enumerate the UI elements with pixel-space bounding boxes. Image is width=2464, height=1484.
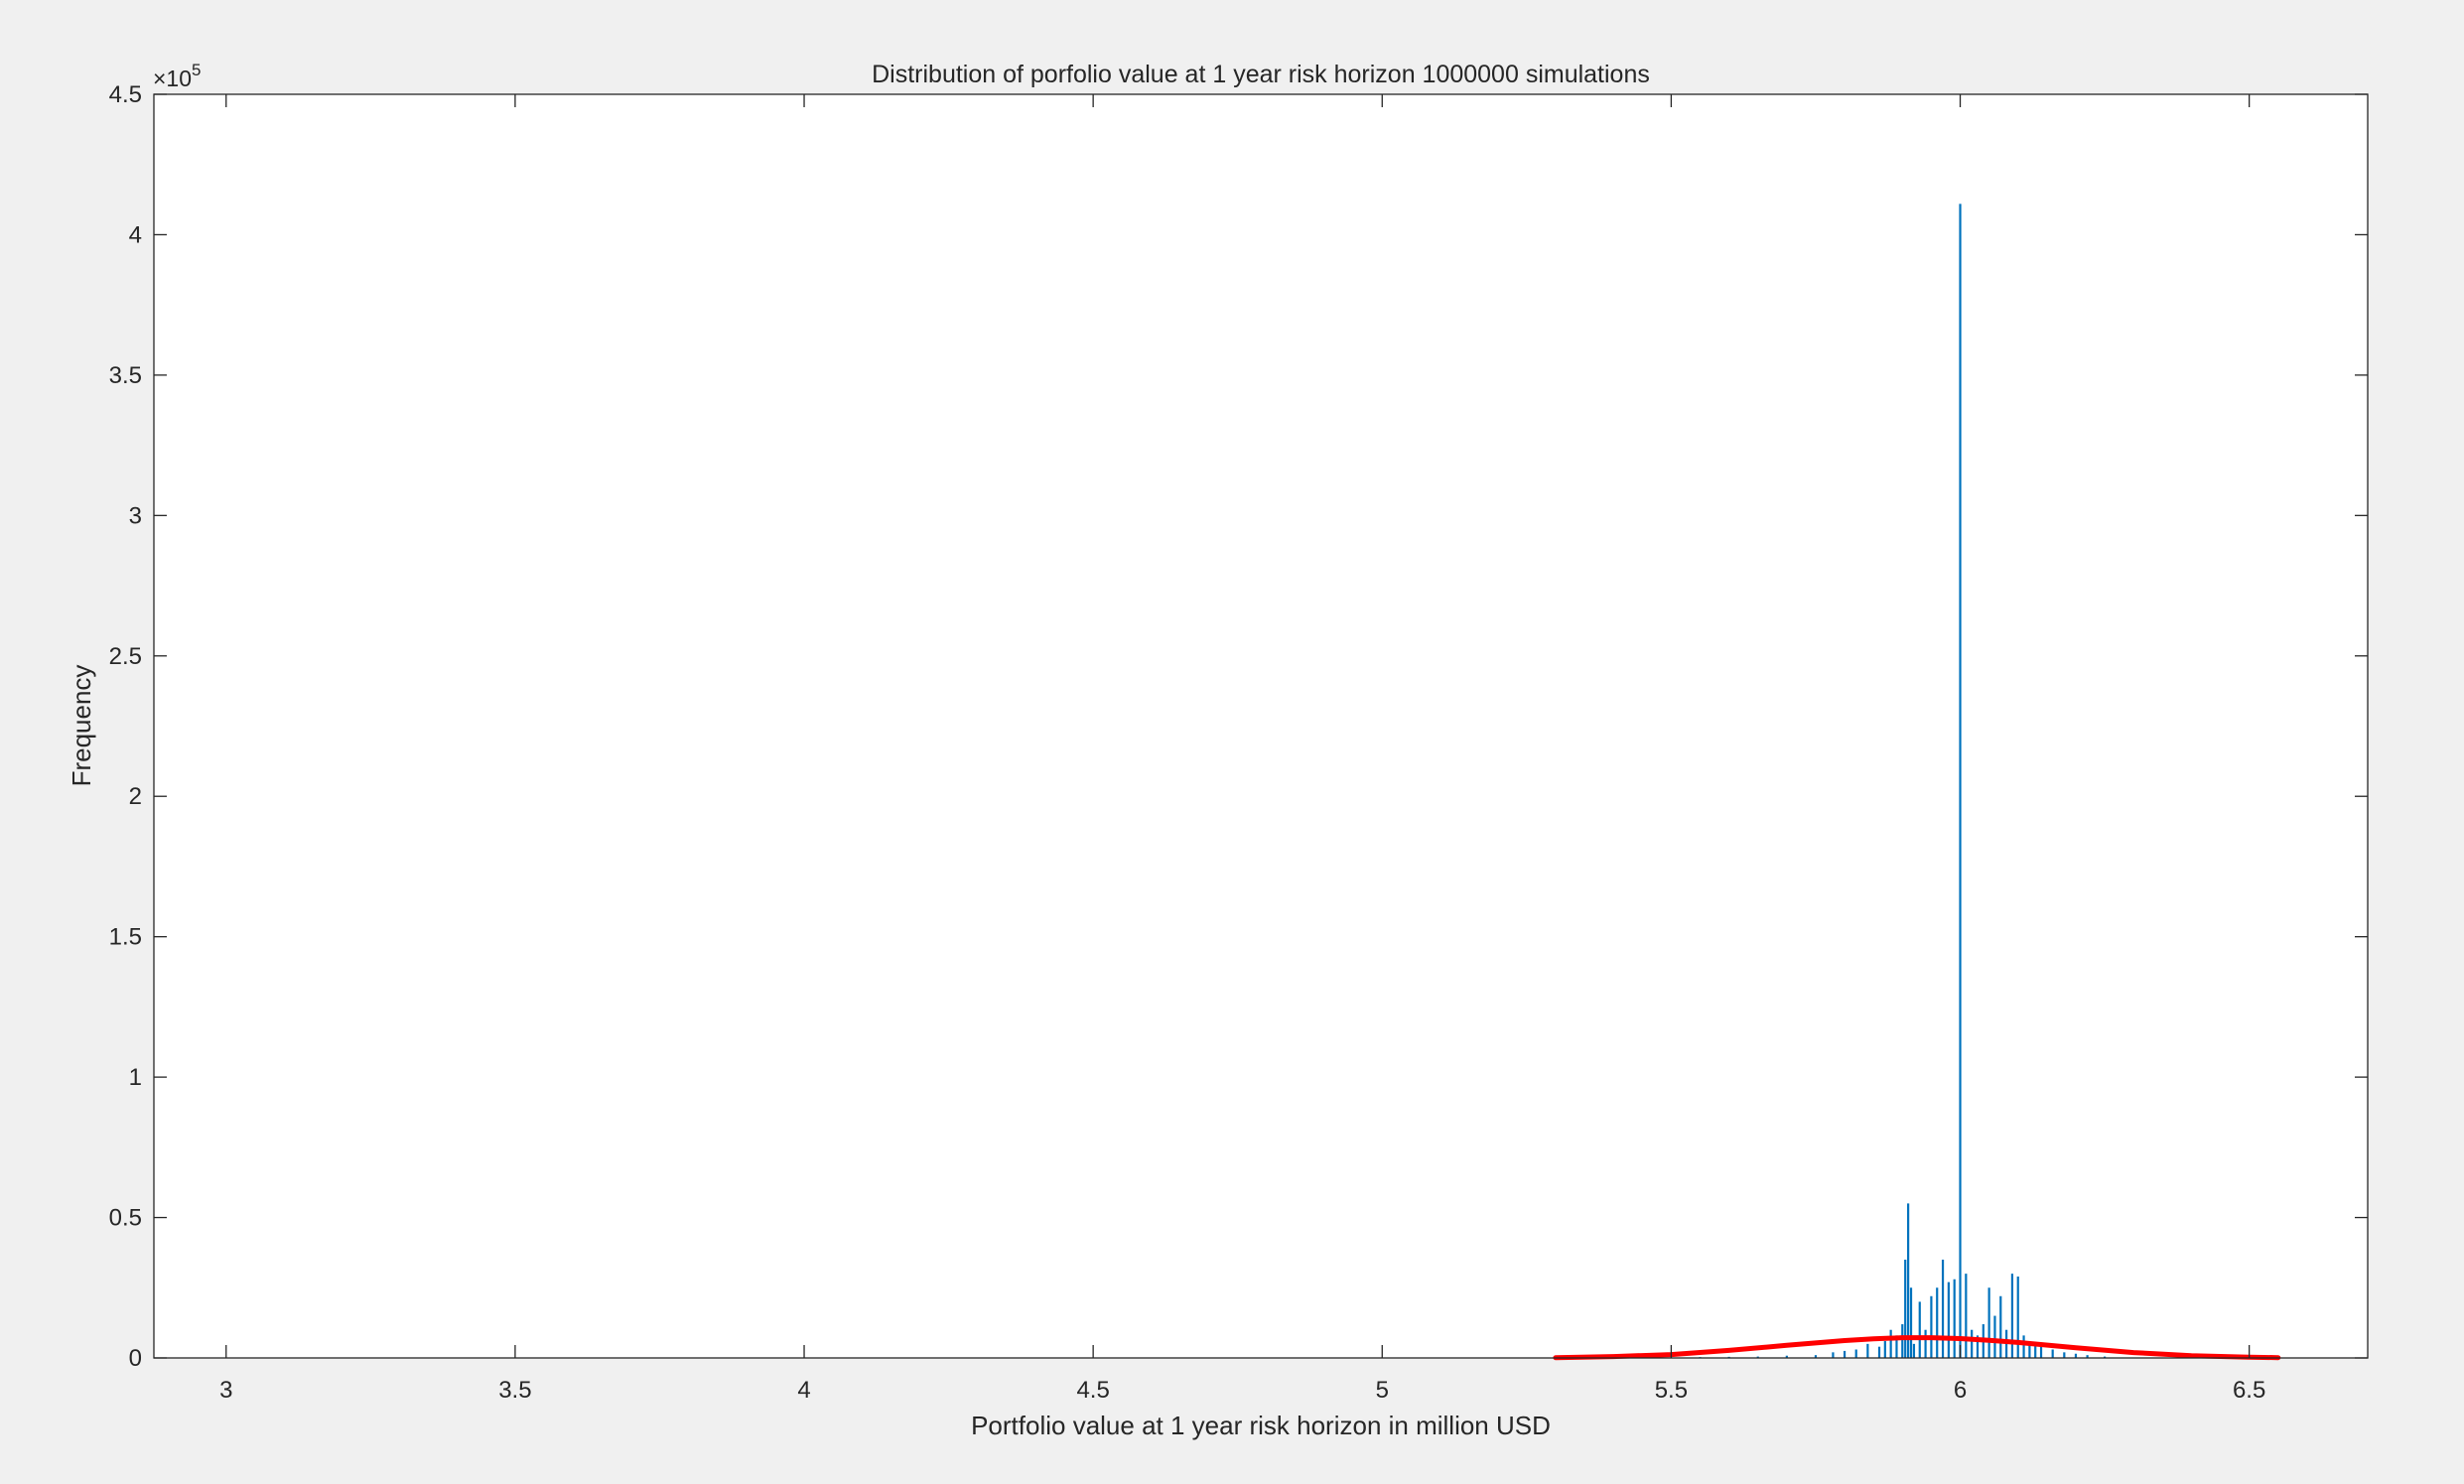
chart-title: Distribution of porfolio value at 1 year… xyxy=(872,61,1650,88)
y-tick-label: 0.5 xyxy=(109,1205,142,1232)
y-axis-label: Frequency xyxy=(67,665,96,787)
x-tick-label: 4 xyxy=(797,1377,810,1404)
x-tick-label: 4.5 xyxy=(1076,1377,1109,1404)
y-tick-label: 4 xyxy=(129,221,142,248)
y-exponent-power: 5 xyxy=(192,61,201,79)
y-tick-label: 2.5 xyxy=(109,643,142,670)
x-tick-label: 6.5 xyxy=(2233,1377,2265,1404)
x-tick-label: 5 xyxy=(1376,1377,1389,1404)
x-tick-label: 6 xyxy=(1954,1377,1967,1404)
y-tick-label: 1.5 xyxy=(109,924,142,951)
x-tick-label: 5.5 xyxy=(1655,1377,1688,1404)
y-tick-label: 0 xyxy=(129,1345,142,1372)
y-tick-label: 3.5 xyxy=(109,362,142,389)
y-exponent-base: ×10 xyxy=(153,66,192,91)
x-tick-label: 3.5 xyxy=(498,1377,531,1404)
y-tick-label: 2 xyxy=(129,783,142,810)
y-tick-label: 4.5 xyxy=(109,81,142,108)
y-tick-label: 1 xyxy=(129,1064,142,1091)
plot-area xyxy=(154,94,2368,1358)
x-tick-label: 3 xyxy=(219,1377,232,1404)
x-axis-label: Portfolio value at 1 year risk horizon i… xyxy=(971,1411,1551,1440)
y-tick-label: 3 xyxy=(129,502,142,529)
histogram-figure: 3 3.5 4 4.5 5 5.5 6 6.5 0 0.5 1 1.5 2 2.5 3 3.5 4 4.5 Dis… xyxy=(0,0,2464,1484)
